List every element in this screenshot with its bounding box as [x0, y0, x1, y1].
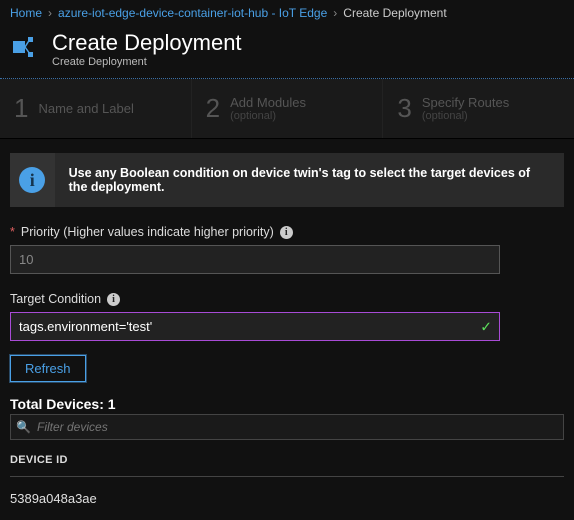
wizard-steps: 1 Name and Label 2 Add Modules (optional… [0, 79, 574, 139]
step-label: Name and Label [38, 101, 133, 116]
table-row[interactable]: 5389a048a3ae [10, 477, 564, 520]
info-text: Use any Boolean condition on device twin… [55, 158, 564, 202]
iot-edge-icon [10, 34, 40, 64]
step-specify-routes[interactable]: 3 Specify Routes (optional) [383, 79, 574, 138]
tooltip-icon[interactable]: i [107, 293, 120, 306]
required-marker: * [10, 225, 15, 239]
step-add-modules[interactable]: 2 Add Modules (optional) [192, 79, 384, 138]
page-header: Create Deployment Create Deployment [0, 26, 574, 78]
refresh-button[interactable]: Refresh [10, 355, 86, 382]
target-condition-field: Target Condition i ✓ [10, 292, 564, 341]
breadcrumb-current: Create Deployment [343, 6, 446, 20]
checkmark-icon: ✓ [480, 318, 492, 335]
total-devices-label: Total Devices: 1 [10, 396, 564, 412]
step-label: Specify Routes [422, 95, 509, 110]
search-icon: 🔍 [16, 420, 31, 434]
target-condition-input[interactable] [10, 312, 500, 341]
step-number: 2 [206, 93, 220, 124]
tooltip-icon[interactable]: i [280, 226, 293, 239]
chevron-right-icon: › [48, 6, 52, 20]
step-number: 1 [14, 93, 28, 124]
info-icon: i [19, 167, 45, 193]
chevron-right-icon: › [333, 6, 337, 20]
table-header-device-id[interactable]: DEVICE ID [10, 454, 564, 477]
info-icon-box: i [10, 153, 55, 207]
step-sublabel: (optional) [230, 110, 306, 122]
info-banner: i Use any Boolean condition on device tw… [10, 153, 564, 207]
step-sublabel: (optional) [422, 110, 509, 122]
step-label: Add Modules [230, 95, 306, 110]
page-title: Create Deployment [52, 30, 242, 56]
breadcrumb: Home › azure-iot-edge-device-container-i… [0, 0, 574, 26]
step-name-and-label[interactable]: 1 Name and Label [0, 79, 192, 138]
priority-label: Priority (Higher values indicate higher … [21, 225, 274, 239]
priority-field: * Priority (Higher values indicate highe… [10, 225, 564, 274]
priority-input[interactable] [10, 245, 500, 274]
page-subtitle: Create Deployment [52, 56, 242, 68]
step-number: 3 [397, 93, 411, 124]
breadcrumb-home[interactable]: Home [10, 6, 42, 20]
filter-devices-wrap: 🔍 [10, 414, 564, 440]
target-condition-label: Target Condition [10, 292, 101, 306]
filter-devices-input[interactable] [10, 414, 564, 440]
breadcrumb-hub[interactable]: azure-iot-edge-device-container-iot-hub … [58, 6, 327, 20]
